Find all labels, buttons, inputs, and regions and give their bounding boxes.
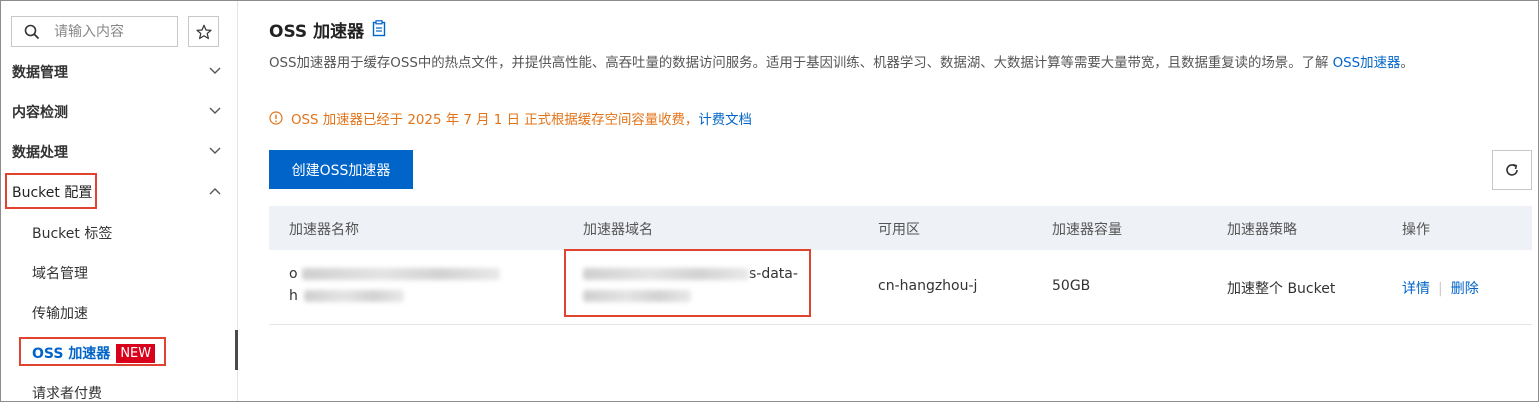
description-text: OSS加速器用于缓存OSS中的热点文件，并提供高性能、高吞吐量的数据访问服务。适… — [269, 56, 1333, 71]
table-header: 加速器名称 加速器域名 可用区 加速器容量 加速器策略 操作 — [269, 206, 1532, 250]
nav-group-label: 数据处理 — [12, 145, 68, 161]
detail-link[interactable]: 详情 — [1402, 281, 1430, 297]
billing-notice: OSS 加速器已经于 2025 年 7 月 1 日 正式根据缓存空间容量收费，计… — [269, 108, 752, 128]
sidebar-item-transfer-acceleration[interactable]: 传输加速 — [1, 292, 237, 332]
page-description: OSS加速器用于缓存OSS中的热点文件，并提供高性能、高吞吐量的数据访问服务。适… — [269, 53, 1531, 75]
highlight-box — [5, 173, 97, 209]
chevron-down-icon — [209, 67, 221, 74]
document-icon[interactable] — [372, 20, 386, 37]
chevron-down-icon — [209, 147, 221, 154]
active-indicator — [235, 330, 238, 370]
sidebar-item-bucket-tags[interactable]: Bucket 标签 — [1, 212, 237, 252]
description-end: 。 — [1400, 56, 1414, 71]
redacted-text — [303, 290, 404, 302]
create-accelerator-button[interactable]: 创建OSS加速器 — [269, 150, 413, 189]
accelerator-table: 加速器名称 加速器域名 可用区 加速器容量 加速器策略 操作 o h s-dat… — [269, 206, 1532, 325]
billing-doc-link[interactable]: 计费文档 — [698, 108, 752, 128]
column-header: 加速器域名 — [583, 222, 653, 238]
chevron-up-icon — [209, 188, 221, 195]
redacted-name-start: o — [289, 266, 298, 282]
sidebar: 数据管理 内容检测 数据处理 Bucket 配置 Bucket 标签 域名管理 … — [1, 1, 238, 402]
nav-group-data-management[interactable]: 数据管理 — [1, 52, 237, 92]
actions-cell: 详情 | 删除 — [1402, 278, 1479, 298]
sidebar-item-label: 传输加速 — [32, 306, 88, 322]
main-content: OSS 加速器 OSS加速器用于缓存OSS中的热点文件，并提供高性能、高吞吐量的… — [239, 1, 1538, 401]
column-header: 加速器容量 — [1052, 222, 1122, 238]
search-box[interactable] — [11, 16, 178, 47]
app-frame: 数据管理 内容检测 数据处理 Bucket 配置 Bucket 标签 域名管理 … — [0, 0, 1539, 402]
page-title: OSS 加速器 — [269, 22, 365, 42]
sidebar-item-label: Bucket 标签 — [32, 226, 113, 242]
column-header: 操作 — [1402, 222, 1430, 238]
refresh-icon — [1506, 163, 1518, 176]
favorite-button[interactable] — [188, 16, 219, 47]
notice-text: OSS 加速器已经于 2025 年 7 月 1 日 正式根据缓存空间容量收费， — [291, 113, 699, 128]
chevron-down-icon — [209, 107, 221, 114]
column-header: 加速器策略 — [1227, 222, 1297, 238]
sidebar-item-label: 请求者付费 — [32, 386, 102, 402]
redacted-text — [301, 268, 500, 280]
column-header: 可用区 — [878, 222, 920, 238]
warning-icon — [269, 111, 283, 125]
nav-group-label: 数据管理 — [12, 65, 68, 81]
table-row: o h s-data- cn-hangzhou-j 50GB 加速整个 Buck… — [269, 250, 1532, 325]
capacity-cell: 50GB — [1052, 278, 1091, 294]
highlight-box — [564, 249, 811, 317]
highlight-box — [19, 337, 166, 366]
sidebar-item-requester-pays[interactable]: 请求者付费 — [1, 372, 237, 402]
sidebar-item-label: 域名管理 — [32, 266, 88, 282]
nav-group-content-detection[interactable]: 内容检测 — [1, 92, 237, 132]
zone-cell: cn-hangzhou-j — [878, 278, 978, 294]
accelerator-name-cell: o h — [289, 264, 519, 306]
star-icon — [195, 24, 212, 39]
nav-group-label: 内容检测 — [12, 105, 68, 121]
search-icon — [24, 24, 40, 40]
column-header: 加速器名称 — [289, 222, 359, 238]
delete-link[interactable]: 删除 — [1451, 281, 1479, 297]
search-input[interactable] — [54, 22, 172, 42]
divider: | — [1438, 281, 1443, 297]
redacted-name-start: h — [289, 288, 298, 304]
nav-group-data-processing[interactable]: 数据处理 — [1, 132, 237, 172]
refresh-button[interactable] — [1492, 150, 1532, 190]
sidebar-item-domain-management[interactable]: 域名管理 — [1, 252, 237, 292]
policy-cell: 加速整个 Bucket — [1227, 281, 1336, 297]
learn-more-link[interactable]: OSS加速器 — [1333, 56, 1401, 71]
